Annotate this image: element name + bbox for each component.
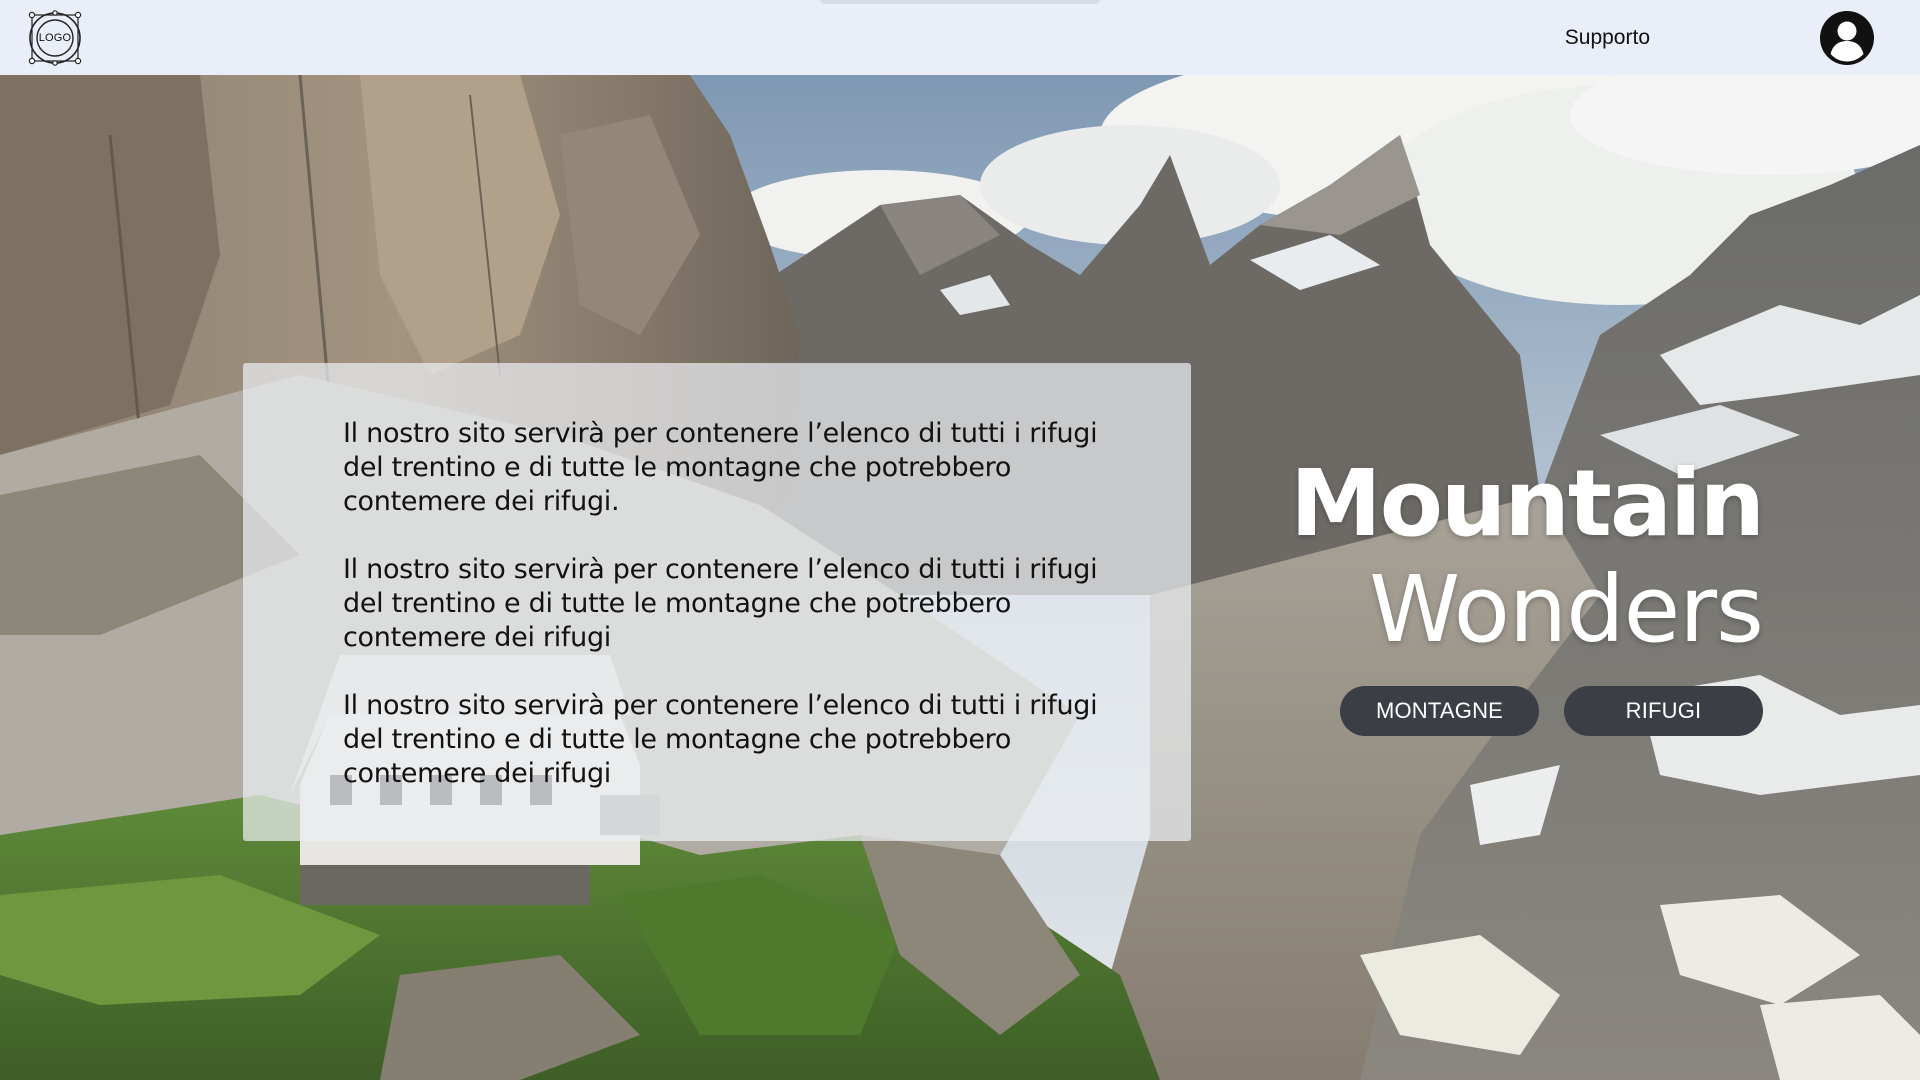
user-circle-icon[interactable]	[1819, 10, 1875, 66]
description-panel: Il nostro sito servirà per contenere l’e…	[243, 363, 1191, 841]
description-paragraph-1: Il nostro sito servirà per contenere l’e…	[343, 418, 1098, 517]
huts-button[interactable]: RIFUGI	[1564, 686, 1763, 736]
support-link[interactable]: Supporto	[1565, 24, 1650, 52]
hero-title-bold: Mountain	[1290, 450, 1765, 557]
top-navbar: LOGO Supporto	[0, 0, 1920, 75]
hero-buttons: MONTAGNE RIFUGI	[1340, 686, 1763, 736]
mountains-button[interactable]: MONTAGNE	[1340, 686, 1539, 736]
hero-title: Mountain Wonders	[1290, 450, 1765, 664]
top-tab-handle	[820, 0, 1100, 4]
description-paragraph-3: Il nostro sito servirà per contenere l’e…	[343, 690, 1098, 789]
page: LOGO Supporto Il nostro sito servirà per…	[0, 0, 1920, 1080]
description-paragraph-2: Il nostro sito servirà per contenere l’e…	[343, 554, 1098, 653]
logo-badge-icon[interactable]: LOGO	[26, 9, 84, 67]
logo-text: LOGO	[38, 32, 72, 44]
hero-title-regular: Wonders	[1369, 556, 1764, 663]
